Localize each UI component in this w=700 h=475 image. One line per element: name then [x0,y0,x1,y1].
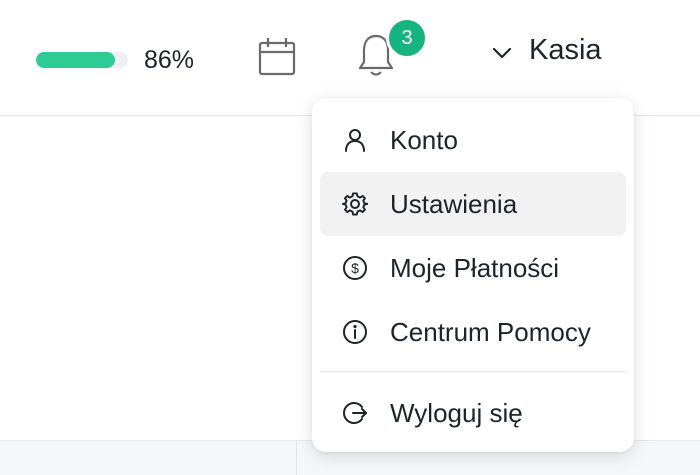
menu-item-label: Centrum Pomocy [390,316,591,347]
menu-divider [320,371,626,372]
gear-icon [342,192,368,216]
chevron-down-icon[interactable] [492,46,512,60]
menu-item-centrum-pomocy[interactable]: Centrum Pomocy [320,300,626,364]
calendar-icon[interactable] [257,37,297,77]
user-dropdown-menu: Konto Ustawienia $ Moje Płatności Centru… [312,98,634,452]
notification-badge: 3 [386,17,428,59]
menu-item-moje-platnosci[interactable]: $ Moje Płatności [320,236,626,300]
svg-text:$: $ [351,260,359,276]
progress-bar [36,52,128,68]
divider [296,441,297,475]
user-icon [345,129,365,152]
progress-fill [36,52,116,68]
info-circle-icon [343,320,367,344]
menu-item-label: Wyloguj się [390,397,523,428]
dollar-circle-icon: $ [343,256,367,280]
menu-item-label: Ustawienia [390,188,518,219]
menu-item-konto[interactable]: Konto [320,108,626,172]
logout-icon [343,402,367,424]
menu-item-label: Konto [390,124,458,155]
progress-label: 86% [144,46,195,74]
menu-item-label: Moje Płatności [390,252,560,283]
menu-item-wyloguj[interactable]: Wyloguj się [320,381,626,445]
user-menu-name[interactable]: Kasia [529,34,602,67]
menu-item-ustawienia[interactable]: Ustawienia [320,172,626,236]
